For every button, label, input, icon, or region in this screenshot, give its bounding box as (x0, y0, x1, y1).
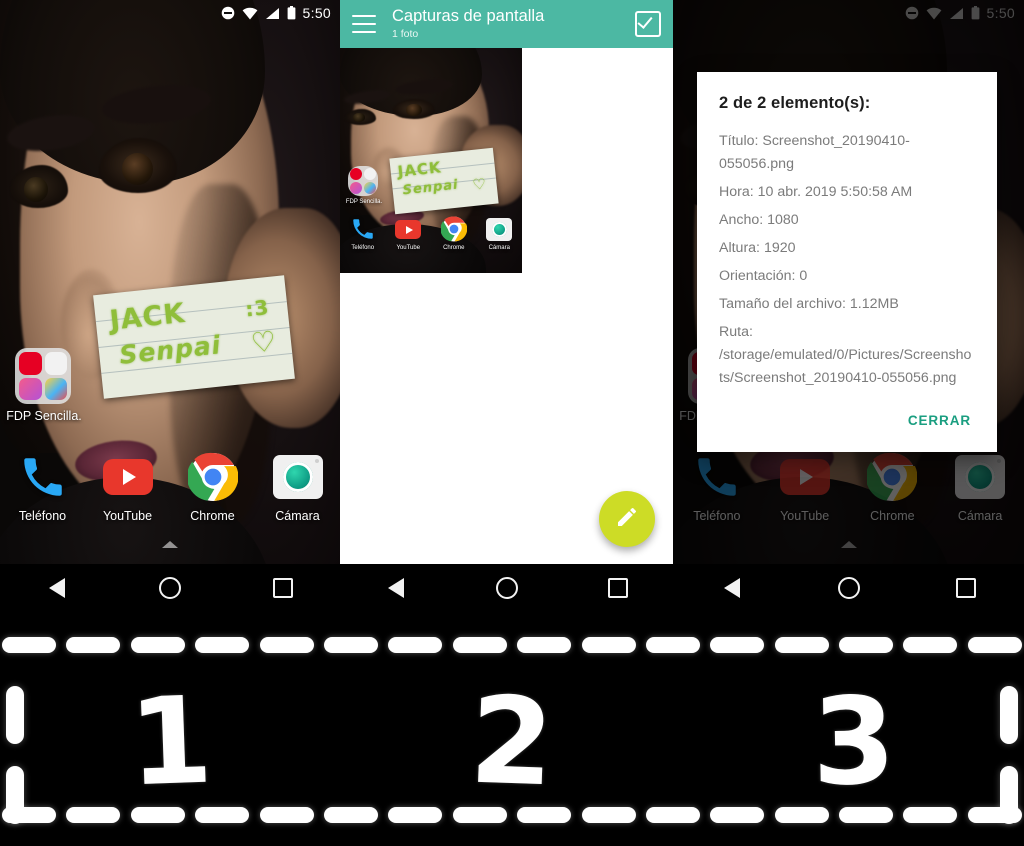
page-subtitle: 1 foto (392, 27, 419, 40)
pencil-edit-icon (615, 505, 639, 534)
phone-icon (18, 452, 68, 502)
thumbnail-paper-note: JACK Senpai ♡ (389, 147, 499, 215)
image-details-dialog: 2 de 2 elemento(s): Título: Screenshot_2… (697, 72, 997, 452)
camera-icon (272, 452, 323, 502)
dialog-field-ruta: Ruta: /storage/emulated/0/Pictures/Scree… (719, 324, 972, 386)
film-perforations-bottom (0, 804, 1024, 826)
recents-button[interactable] (590, 564, 646, 612)
home-button[interactable] (142, 564, 198, 612)
back-button[interactable] (704, 564, 760, 612)
thumb-youtube-label: YouTube (396, 245, 421, 251)
checkbox-checked-icon[interactable] (635, 11, 661, 37)
screenshot-collage: JACK Senpai :3 ♡ 5:50 FDP Sencilla. Telé… (0, 0, 1024, 846)
app-youtube-label: YouTube (102, 509, 153, 523)
status-bar: 5:50 (0, 0, 340, 26)
film-perforations-top (0, 634, 1024, 656)
thumbnail-folder-label: FDP Sencilla. (345, 199, 383, 205)
film-number-1: 1 (126, 671, 215, 814)
thumb-chrome-icon (440, 216, 467, 242)
status-bar-clock: 5:50 (302, 5, 331, 21)
paper-note: JACK Senpai :3 ♡ (93, 275, 295, 399)
flipboard-icon (19, 377, 42, 400)
app-phone[interactable]: Teléfono (7, 452, 79, 523)
dialog-actions: CERRAR (719, 395, 975, 446)
app-folder-fdp-sencilla[interactable] (15, 348, 71, 404)
navigation-bar-2 (340, 564, 673, 612)
dialog-field-tamano: Tamaño del archivo: 1.12MB (719, 296, 899, 312)
home-button[interactable] (821, 564, 877, 612)
film-frame-numbers: 1 2 3 (0, 668, 1024, 818)
dialog-field-orientacion: Orientación: 0 (719, 268, 808, 284)
signal-icon (265, 7, 280, 20)
pinterest-icon (19, 352, 42, 375)
thumbnail-folder-icon (348, 166, 378, 196)
thumb-chrome-label: Chrome (443, 245, 465, 251)
gallery-grid: JACK Senpai ♡ FDP Sencilla. Teléfono You… (340, 48, 673, 564)
app-phone-label: Teléfono (18, 509, 67, 523)
app-drawer-arrow-icon[interactable] (162, 541, 178, 548)
do-not-disturb-icon (221, 6, 235, 20)
dialog-field-hora: Hora: 10 abr. 2019 5:50:58 AM (719, 184, 913, 200)
app-folder-label: FDP Sencilla. (6, 409, 82, 423)
recents-button[interactable] (938, 564, 994, 612)
battery-icon (287, 6, 296, 20)
film-strip-footer: 1 2 3 (0, 612, 1024, 846)
thumb-youtube-icon (395, 216, 422, 242)
navigation-bar (0, 564, 340, 612)
hamburger-menu-icon[interactable] (352, 15, 376, 33)
app-chrome[interactable]: Chrome (177, 452, 249, 523)
dialog-field-altura: Altura: 1920 (719, 240, 796, 256)
thumb-note-heart: ♡ (471, 174, 488, 194)
colorful-app-icon (44, 377, 67, 400)
home-dock-row: Teléfono YouTube Chrome Cámara (0, 452, 340, 523)
thumbnail-dock: Teléfono YouTube Chrome Cámara (340, 216, 522, 251)
back-button[interactable] (29, 564, 85, 612)
app-chrome-label: Chrome (190, 509, 235, 523)
app-camera[interactable]: Cámara (262, 452, 334, 523)
app-camera-label: Cámara (275, 509, 320, 523)
edit-fab-button[interactable] (599, 491, 655, 547)
phone-panel-1-home-screen: JACK Senpai :3 ♡ 5:50 FDP Sencilla. Telé… (0, 0, 340, 612)
film-number-3: 3 (810, 672, 897, 813)
gallery-title-block: Capturas de pantalla 1 foto (392, 7, 635, 40)
back-button[interactable] (368, 564, 424, 612)
dialog-field-titulo: Título: Screenshot_20190410-055056.png (719, 133, 910, 172)
thumb-phone-icon (350, 216, 376, 242)
page-title: Capturas de pantalla (392, 7, 545, 26)
home-button[interactable] (479, 564, 535, 612)
chrome-icon (186, 452, 238, 502)
photo-thumbnail[interactable]: JACK Senpai ♡ FDP Sencilla. Teléfono You… (340, 48, 522, 273)
thumb-phone-label: Teléfono (351, 245, 375, 251)
phone-panel-2-gallery-app: Capturas de pantalla 1 foto JACK Senpai … (340, 0, 673, 612)
film-number-2: 2 (467, 671, 557, 814)
recents-button[interactable] (255, 564, 311, 612)
close-button[interactable]: CERRAR (904, 407, 975, 434)
dialog-title: 2 de 2 elemento(s): (719, 94, 871, 112)
wifi-icon (242, 7, 258, 20)
gallery-app-bar: Capturas de pantalla 1 foto (340, 0, 673, 48)
thumb-camera-icon (486, 216, 513, 242)
youtube-icon (102, 452, 153, 502)
note-line-1: JACK (108, 297, 187, 337)
note-heart-doodle: :3 (244, 295, 271, 322)
note-face-doodle: ♡ (249, 324, 279, 360)
generic-app-icon (44, 352, 67, 375)
navigation-bar-3 (673, 564, 1024, 612)
thumb-note-line-1: JACK (396, 158, 443, 181)
dialog-field-ancho: Ancho: 1080 (719, 212, 799, 228)
app-youtube[interactable]: YouTube (92, 452, 164, 523)
note-line-2: Senpai (117, 330, 223, 370)
thumb-note-line-2: Senpai (402, 177, 460, 199)
thumb-camera-label: Cámara (488, 245, 510, 251)
